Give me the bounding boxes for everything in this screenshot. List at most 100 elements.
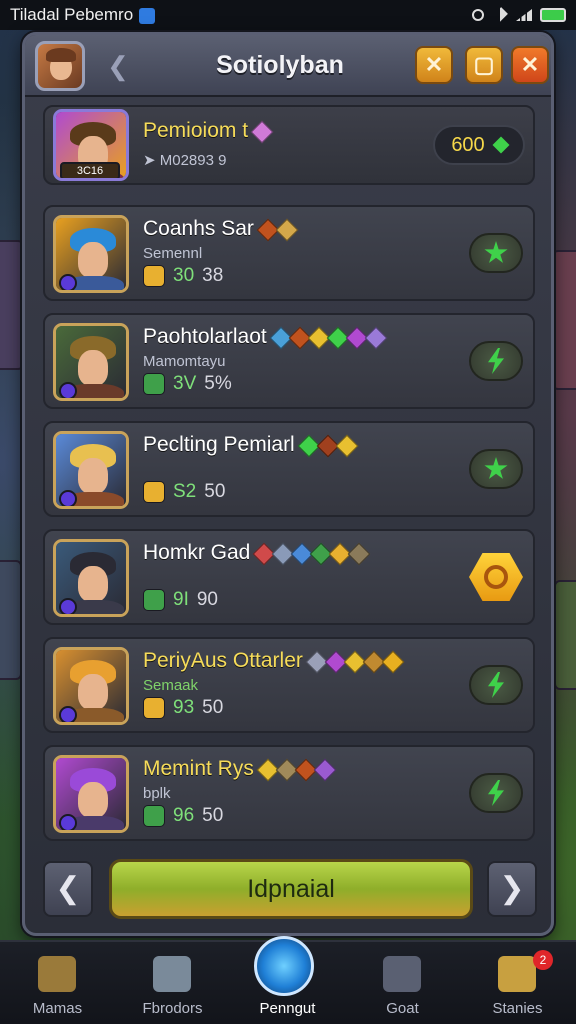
gem-row (305, 649, 405, 674)
gem-row (269, 325, 388, 350)
ring-icon (484, 565, 508, 589)
stat-a-value: 3V (173, 373, 197, 394)
player-action-button[interactable] (469, 665, 523, 705)
player-stats: 3V 5% (143, 373, 232, 395)
status-bar: Tiladal Pebemro (0, 0, 576, 30)
player-portrait (53, 647, 129, 725)
stat-icon (143, 697, 165, 719)
player-action-button[interactable] (469, 233, 523, 273)
nav-tab-1[interactable]: Fbrodors (115, 942, 230, 1024)
stat-b-value: 5% (204, 373, 232, 394)
player-portrait (53, 755, 129, 833)
gem-row (256, 217, 299, 242)
app-badge-icon (139, 7, 156, 24)
avatar-hair (46, 48, 76, 62)
self-entry-row[interactable]: 3C16 Pemioiom t ➤ M02893 9 600 (43, 105, 535, 185)
stat-b-value: 50 (204, 481, 226, 502)
player-name: Coanhs Sar (143, 217, 299, 242)
score-arrow-icon (492, 136, 510, 154)
signal-icon (516, 9, 532, 21)
stat-a-value: 30 (173, 265, 195, 286)
home-icon (38, 956, 76, 992)
rank-badge-icon (59, 598, 77, 614)
self-score: 600 (451, 133, 485, 156)
square-icon[interactable]: ▢ (465, 46, 503, 84)
stat-icon (143, 265, 165, 287)
rank-badge-icon (59, 490, 77, 506)
primary-action-button[interactable]: Idpnaial (109, 859, 473, 919)
player-stats: S2 50 (143, 481, 225, 503)
stat-a-value: S2 (173, 481, 197, 502)
bolt-icon (488, 780, 504, 806)
nav-tab-4[interactable]: Stanies 2 (460, 942, 575, 1024)
close-button[interactable]: ✕ (511, 46, 549, 84)
gem-icon (275, 218, 299, 242)
stat-b-value: 50 (202, 697, 224, 718)
background-wall-left (0, 560, 22, 680)
nav-tab-label: Fbrodors (142, 1000, 203, 1017)
rank-badge-icon (59, 706, 77, 722)
leaderboard-panel: ❮ Sotiolyban ✕ ▢ ✕ 3C16 Pemioiom t ➤ M02… (22, 32, 554, 936)
player-avatar[interactable] (35, 41, 85, 91)
background-wall-right (554, 580, 576, 690)
nav-tab-3[interactable]: Goat (345, 942, 460, 1024)
rank-badge-icon (59, 382, 77, 398)
battery-icon (540, 8, 566, 22)
notification-badge: 2 (533, 950, 553, 970)
heart-gem-icon (250, 120, 274, 144)
player-name: PeriyAus Ottarler (143, 649, 405, 674)
panel-header: ❮ Sotiolyban ✕ ▢ ✕ (25, 35, 551, 97)
star-icon (484, 457, 508, 479)
gem-icon (381, 650, 405, 674)
status-icons (472, 7, 566, 23)
prev-page-button[interactable]: ❮ (43, 861, 93, 917)
nav-tab-label: Stanies (492, 1000, 543, 1017)
stat-a-value: 9I (173, 589, 189, 610)
background-tower-right (552, 250, 576, 390)
player-name: Peclting Pemiarl (143, 433, 359, 458)
back-arrow-icon[interactable]: ❮ (101, 49, 135, 83)
nav-tab-label: Goat (386, 1000, 419, 1017)
player-subtitle: bplk (143, 785, 171, 802)
player-row[interactable]: Paohtolarlaot Mamomtayu 3V 5% (43, 313, 535, 409)
stat-icon (143, 589, 165, 611)
alarm-icon (472, 9, 484, 21)
player-row[interactable]: Memint Rys bplk 96 50 (43, 745, 535, 841)
player-action-button[interactable] (469, 449, 523, 489)
panel-title: Sotiolyban (216, 51, 344, 79)
player-row[interactable]: Coanhs Sar Semennl 30 38 (43, 205, 535, 301)
nav-tab-2[interactable]: Penngut (230, 936, 345, 1024)
stat-icon (143, 481, 165, 503)
player-portrait (53, 215, 129, 293)
panel-footer: ❮ Idpnaial ❯ (39, 855, 543, 925)
bolt-icon (488, 348, 504, 374)
level-badge: 3C16 (60, 162, 120, 178)
stat-b-value: 50 (202, 805, 224, 826)
player-portrait (53, 431, 129, 509)
player-row[interactable]: Peclting Pemiarl S2 50 (43, 421, 535, 517)
player-row[interactable]: PeriyAus Ottarler Semaak 93 50 (43, 637, 535, 733)
self-name: Pemioiom t (143, 119, 274, 144)
profile-icon (254, 936, 314, 996)
self-portrait: 3C16 (53, 109, 129, 181)
nav-tab-label: Mamas (32, 1000, 83, 1017)
nav-tab-0[interactable]: Mamas (0, 942, 115, 1024)
stat-b-value: 90 (196, 589, 218, 610)
bolt-icon (488, 672, 504, 698)
close-x-icon[interactable]: ✕ (415, 46, 453, 84)
player-action-button[interactable] (469, 553, 523, 601)
player-stats: 93 50 (143, 697, 223, 719)
next-page-button[interactable]: ❯ (487, 861, 537, 917)
self-score-pill: 600 (433, 125, 525, 165)
stat-icon (143, 805, 165, 827)
player-action-button[interactable] (469, 341, 523, 381)
gem-icon (313, 758, 337, 782)
player-stats: 30 38 (143, 265, 223, 287)
player-list: 3C16 Pemioiom t ➤ M02893 9 600 Coanhs Sa… (43, 105, 535, 845)
player-row[interactable]: Homkr Gad 9I 90 (43, 529, 535, 625)
bottom-navigation: Mamas Fbrodors Penngut Goat Stanies 2 (0, 936, 576, 1024)
player-action-button[interactable] (469, 773, 523, 813)
self-subtitle: ➤ M02893 9 (143, 152, 227, 169)
ring-icon (498, 956, 536, 992)
player-stats: 9I 90 (143, 589, 218, 611)
